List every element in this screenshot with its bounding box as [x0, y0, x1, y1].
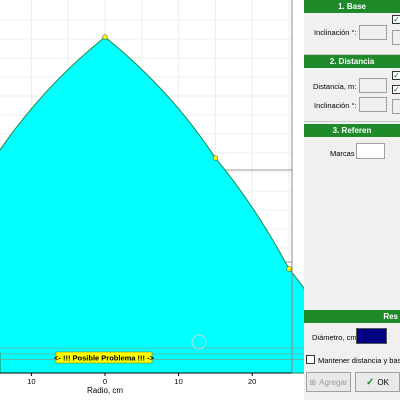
distancia-checkbox-2[interactable]: ✓	[392, 85, 400, 94]
distancia-side-input[interactable]	[392, 99, 400, 114]
diametro-swatch	[356, 328, 387, 344]
distancia-input[interactable]	[359, 78, 387, 93]
control-point-marker	[212, 155, 218, 161]
base-inclinacion-input[interactable]	[359, 25, 387, 40]
x-tick-label: 0	[103, 377, 107, 386]
profile-plot[interactable]: <- !!! Posible Problema !!! -> 201001020…	[0, 0, 304, 400]
base-inclinacion-label: Inclinación °:	[314, 28, 357, 37]
section-referencias-header: 3. Referen	[304, 124, 400, 137]
distancia-inclinacion-label: Inclinación °:	[314, 101, 357, 110]
divider-2	[304, 121, 400, 122]
marcas-input[interactable]	[356, 143, 385, 159]
agregar-button[interactable]: ⊞ Agregar	[306, 372, 351, 392]
distancia-inclinacion-input[interactable]	[359, 97, 387, 112]
x-tick-label: 10	[27, 377, 35, 386]
x-axis-label: Radio, cm	[87, 386, 123, 395]
x-tick-label: 10	[174, 377, 182, 386]
section-distancia-header: 2. Distancia	[304, 55, 400, 68]
distancia-label: Distancia, m:	[313, 82, 357, 91]
agregar-label: Agregar	[319, 377, 348, 387]
check-icon: ✓	[366, 376, 375, 388]
section-base: 1. Base Inclinación °: ✓	[304, 0, 400, 54]
x-tick-label: 20	[248, 377, 256, 386]
warning-text: <- !!! Posible Problema !!! ->	[54, 354, 155, 363]
base-checkbox[interactable]: ✓	[392, 15, 400, 24]
agregar-icon: ⊞	[309, 377, 317, 387]
diametro-label: Diámetro, cm:	[312, 333, 359, 342]
section-resultados: Res Diámetro, cm:	[304, 310, 400, 352]
base-side-input[interactable]	[392, 30, 400, 45]
mantener-checkbox[interactable]	[306, 355, 315, 364]
section-distancia: 2. Distancia Distancia, m: ✓ ✓ Inclinaci…	[304, 55, 400, 121]
mantener-label: Mantener distancia y base c	[318, 356, 400, 365]
distancia-checkbox-1[interactable]: ✓	[392, 71, 400, 80]
section-referencias: 3. Referen Marcas	[304, 124, 400, 164]
control-point-marker	[102, 34, 108, 40]
ok-button[interactable]: ✓ OK	[355, 372, 400, 392]
section-base-header: 1. Base	[304, 0, 400, 13]
section-resultados-header: Res	[304, 310, 400, 323]
ok-label: OK	[377, 377, 389, 387]
control-point-marker	[286, 266, 292, 272]
warning-annotation: <- !!! Posible Problema !!! ->	[54, 351, 155, 364]
marcas-label: Marcas	[330, 149, 355, 158]
